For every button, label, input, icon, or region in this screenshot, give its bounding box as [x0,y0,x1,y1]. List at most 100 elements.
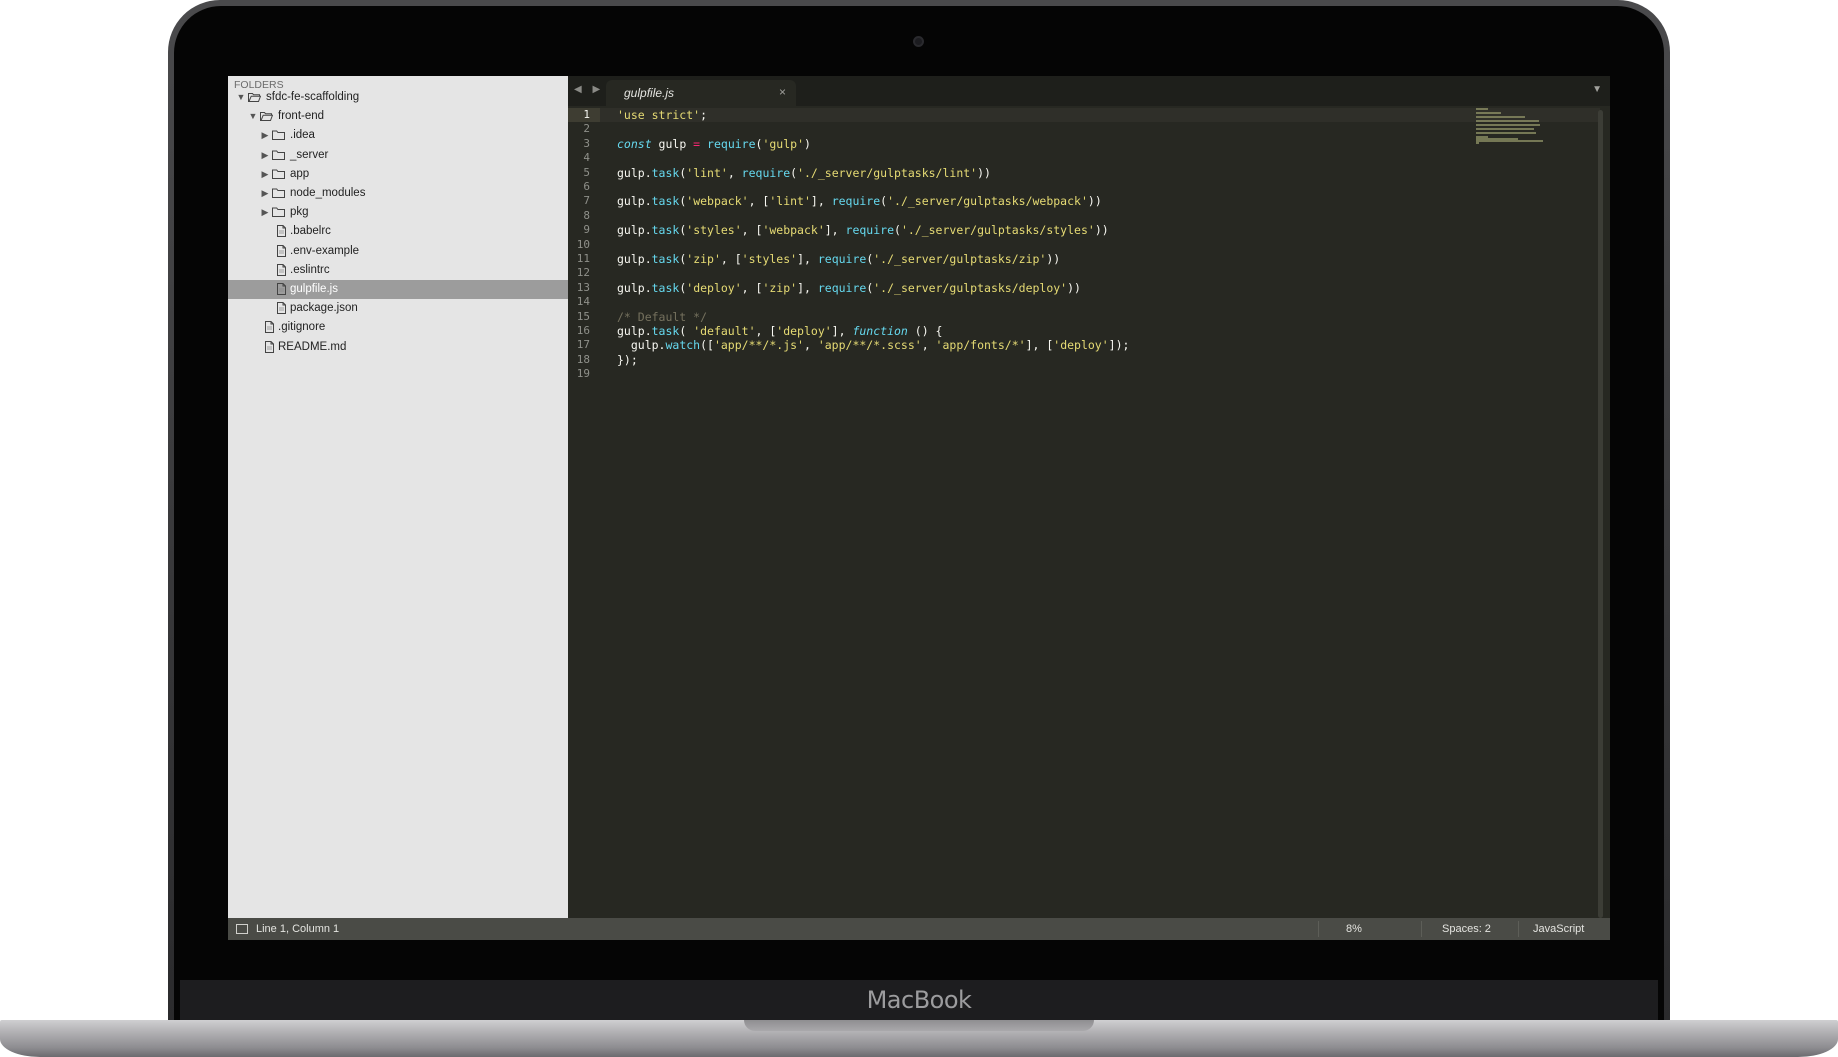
minimap-line [1476,128,1534,130]
tree-item-label: .gitignore [278,321,326,334]
chevron-down-icon[interactable]: ▼ [248,107,258,126]
tab-title: gulpfile.js [624,86,675,100]
chevron-right-icon[interactable]: ▶ [260,203,270,222]
line-number: 2 [583,122,590,136]
minimap-line [1476,108,1488,110]
tree-item[interactable]: README.md [228,338,568,357]
minimap[interactable] [1476,108,1546,148]
code-line: gulp.task('webpack', ['lint'], require('… [617,194,1102,209]
tab-nav-arrows-icon[interactable]: ◀ ▶ [574,84,604,95]
minimap-line [1476,142,1479,144]
tree-item[interactable]: ▶ app [228,165,568,184]
tree-item[interactable]: ▶ .idea [228,126,568,145]
line-number: 6 [583,180,590,193]
tree-item-label: .idea [290,129,315,142]
close-icon[interactable]: × [779,85,786,99]
tree-item-label: .babelrc [290,225,331,238]
minimap-line [1476,124,1540,126]
tree-item[interactable]: .eslintrc [228,261,568,280]
minimap-line [1476,120,1539,122]
status-bar: Line 1, Column 1 8% Spaces: 2 JavaScript [228,918,1610,940]
laptop-notch [744,1020,1094,1031]
tab-menu-icon[interactable]: ▼ [1592,84,1602,95]
code-line: 'use strict'; [617,108,708,122]
tree-item-label: _server [290,148,329,161]
tree-item-label: pkg [290,206,309,219]
cursor-position: Line 1, Column 1 [256,923,340,935]
code-editor[interactable]: 'use strict'; const gulp = require('gulp'… [617,108,1497,918]
code-line: gulp.task( 'default', ['deploy'], functi… [617,324,943,338]
line-number: 18 [576,352,590,366]
tree-item-label: front-end [278,110,325,123]
file-icon [276,263,289,276]
code-line: }); [617,352,638,367]
line-number: 16 [576,324,590,337]
tree-item[interactable]: gulpfile.js [228,280,568,299]
tree-item-label: .env-example [290,244,360,257]
vertical-scrollbar[interactable] [1598,110,1603,918]
code-line: gulp.task('lint', require('./_server/gul… [617,165,991,180]
indentation-setting[interactable]: Spaces: 2 [1442,918,1491,940]
line-number: 1 [568,108,600,123]
file-icon [264,340,277,353]
code-line: /* Default */ [617,309,708,324]
line-number: 17 [576,338,590,352]
chevron-right-icon[interactable]: ▶ [260,146,270,165]
tree-item-label: package.json [290,302,358,315]
line-number: 12 [576,266,590,280]
file-icon [276,302,289,315]
line-number: 14 [576,295,590,309]
line-number: 7 [583,194,590,208]
file-icon [276,244,289,257]
status-divider [1421,921,1422,937]
tree-item[interactable]: package.json [228,299,568,318]
tree-item[interactable]: ▼ sfdc-fe-scaffolding [228,88,568,107]
file-icon [264,321,277,334]
line-number: 9 [583,223,590,237]
chevron-right-icon[interactable]: ▶ [260,126,270,145]
line-number: 19 [576,367,590,381]
line-number: 4 [583,151,590,165]
brand-logo: MacBook [866,986,972,1014]
code-line: gulp.task('styles', ['webpack'], require… [617,223,1109,238]
minimap-line [1476,112,1502,114]
syntax-selector[interactable]: JavaScript [1533,918,1584,940]
folder-icon [248,91,262,103]
scroll-percent: 8% [1346,923,1362,935]
minimap-line [1476,116,1525,118]
minimap-line [1476,132,1537,134]
line-number: 8 [583,208,590,222]
tree-item[interactable]: ▼ front-end [228,107,568,126]
tree-item-label: README.md [278,340,347,353]
tree-item[interactable]: .env-example [228,242,568,261]
folder-icon [272,168,285,180]
line-number: 3 [583,136,590,150]
tree-item[interactable]: ▶ _server [228,146,568,165]
tree-item-label: app [290,167,310,180]
panel-toggle-icon[interactable] [236,924,248,934]
folder-icon [272,187,285,199]
tree-item-label: node_modules [290,187,366,199]
tree-item-label: gulpfile.js [290,283,338,295]
line-number: 5 [583,165,590,179]
code-line: const gulp = require('gulp') [617,136,811,151]
tree-item[interactable]: ▶ node_modules [228,184,568,203]
chevron-right-icon[interactable]: ▶ [260,165,270,184]
tree-item[interactable]: .gitignore [228,318,568,337]
chevron-right-icon[interactable]: ▶ [260,184,270,203]
minimap-line [1476,140,1543,142]
sidebar: FOLDERS ▼ sfdc-fe-scaffolding ▼ front-end ▶.… [228,76,568,918]
status-divider [1518,921,1519,937]
folder-icon [272,206,285,218]
chevron-down-icon[interactable]: ▼ [236,88,246,107]
code-line: gulp.watch(['app/**/*.js', 'app/**/*.scs… [617,338,1130,353]
folder-icon [272,149,285,161]
file-icon [276,283,289,295]
tab-bar: ◀ ▶ gulpfile.js × ▼ [568,76,1610,106]
line-number: 13 [576,280,590,294]
line-number: 15 [576,309,590,323]
tree-item[interactable]: .babelrc [228,222,568,241]
tree-item[interactable]: ▶ pkg [228,203,568,222]
file-icon [276,225,289,238]
tab-gulpfile[interactable]: gulpfile.js × [606,80,796,106]
